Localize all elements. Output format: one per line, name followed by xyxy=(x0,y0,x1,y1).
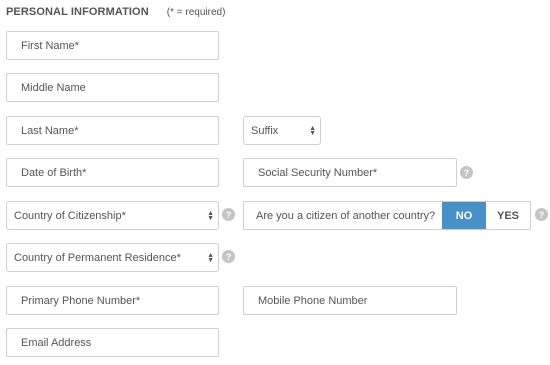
citizen-question-label: Are you a citizen of another country? xyxy=(256,209,436,222)
residence-select-value: Country of Permanent Residence* xyxy=(14,251,181,264)
citizenship-select[interactable]: Country of Citizenship* ▲ ▼ xyxy=(6,201,219,230)
last-name-input[interactable] xyxy=(7,117,218,144)
required-note: (* = required) xyxy=(166,6,226,18)
citizen-question-box: Are you a citizen of another country? NO… xyxy=(243,201,531,230)
suffix-select[interactable]: Suffix ▲ ▼ xyxy=(243,116,321,145)
middle-name-input[interactable] xyxy=(7,74,218,101)
first-name-field[interactable] xyxy=(6,31,219,60)
mobile-phone-field[interactable] xyxy=(243,286,457,315)
citizenship-help-icon[interactable]: ? xyxy=(222,208,235,221)
mobile-phone-input[interactable] xyxy=(244,287,456,314)
last-name-field[interactable] xyxy=(6,116,219,145)
ssn-field[interactable] xyxy=(243,158,457,187)
middle-name-field[interactable] xyxy=(6,73,219,102)
email-input[interactable] xyxy=(7,329,218,356)
ssn-help-icon[interactable]: ? xyxy=(460,166,473,179)
citizen-no-button[interactable]: NO xyxy=(442,202,486,229)
primary-phone-input[interactable] xyxy=(7,287,218,314)
first-name-input[interactable] xyxy=(7,32,218,59)
citizen-question-help-icon[interactable]: ? xyxy=(535,208,548,221)
select-arrows-icon: ▲ ▼ xyxy=(207,251,214,264)
ssn-input[interactable] xyxy=(244,159,456,186)
citizen-yes-button[interactable]: YES xyxy=(486,202,530,229)
residence-help-icon[interactable]: ? xyxy=(222,250,235,263)
dob-field[interactable] xyxy=(6,158,219,187)
primary-phone-field[interactable] xyxy=(6,286,219,315)
section-header: PERSONAL INFORMATION (* = required) xyxy=(6,4,225,20)
citizenship-select-value: Country of Citizenship* xyxy=(14,209,126,222)
section-title: PERSONAL INFORMATION xyxy=(6,6,149,18)
dob-input[interactable] xyxy=(7,159,218,186)
residence-select[interactable]: Country of Permanent Residence* ▲ ▼ xyxy=(6,243,219,272)
suffix-select-value: Suffix xyxy=(251,124,279,137)
select-arrows-icon: ▲ ▼ xyxy=(309,124,316,137)
email-field[interactable] xyxy=(6,328,219,357)
select-arrows-icon: ▲ ▼ xyxy=(207,209,214,222)
